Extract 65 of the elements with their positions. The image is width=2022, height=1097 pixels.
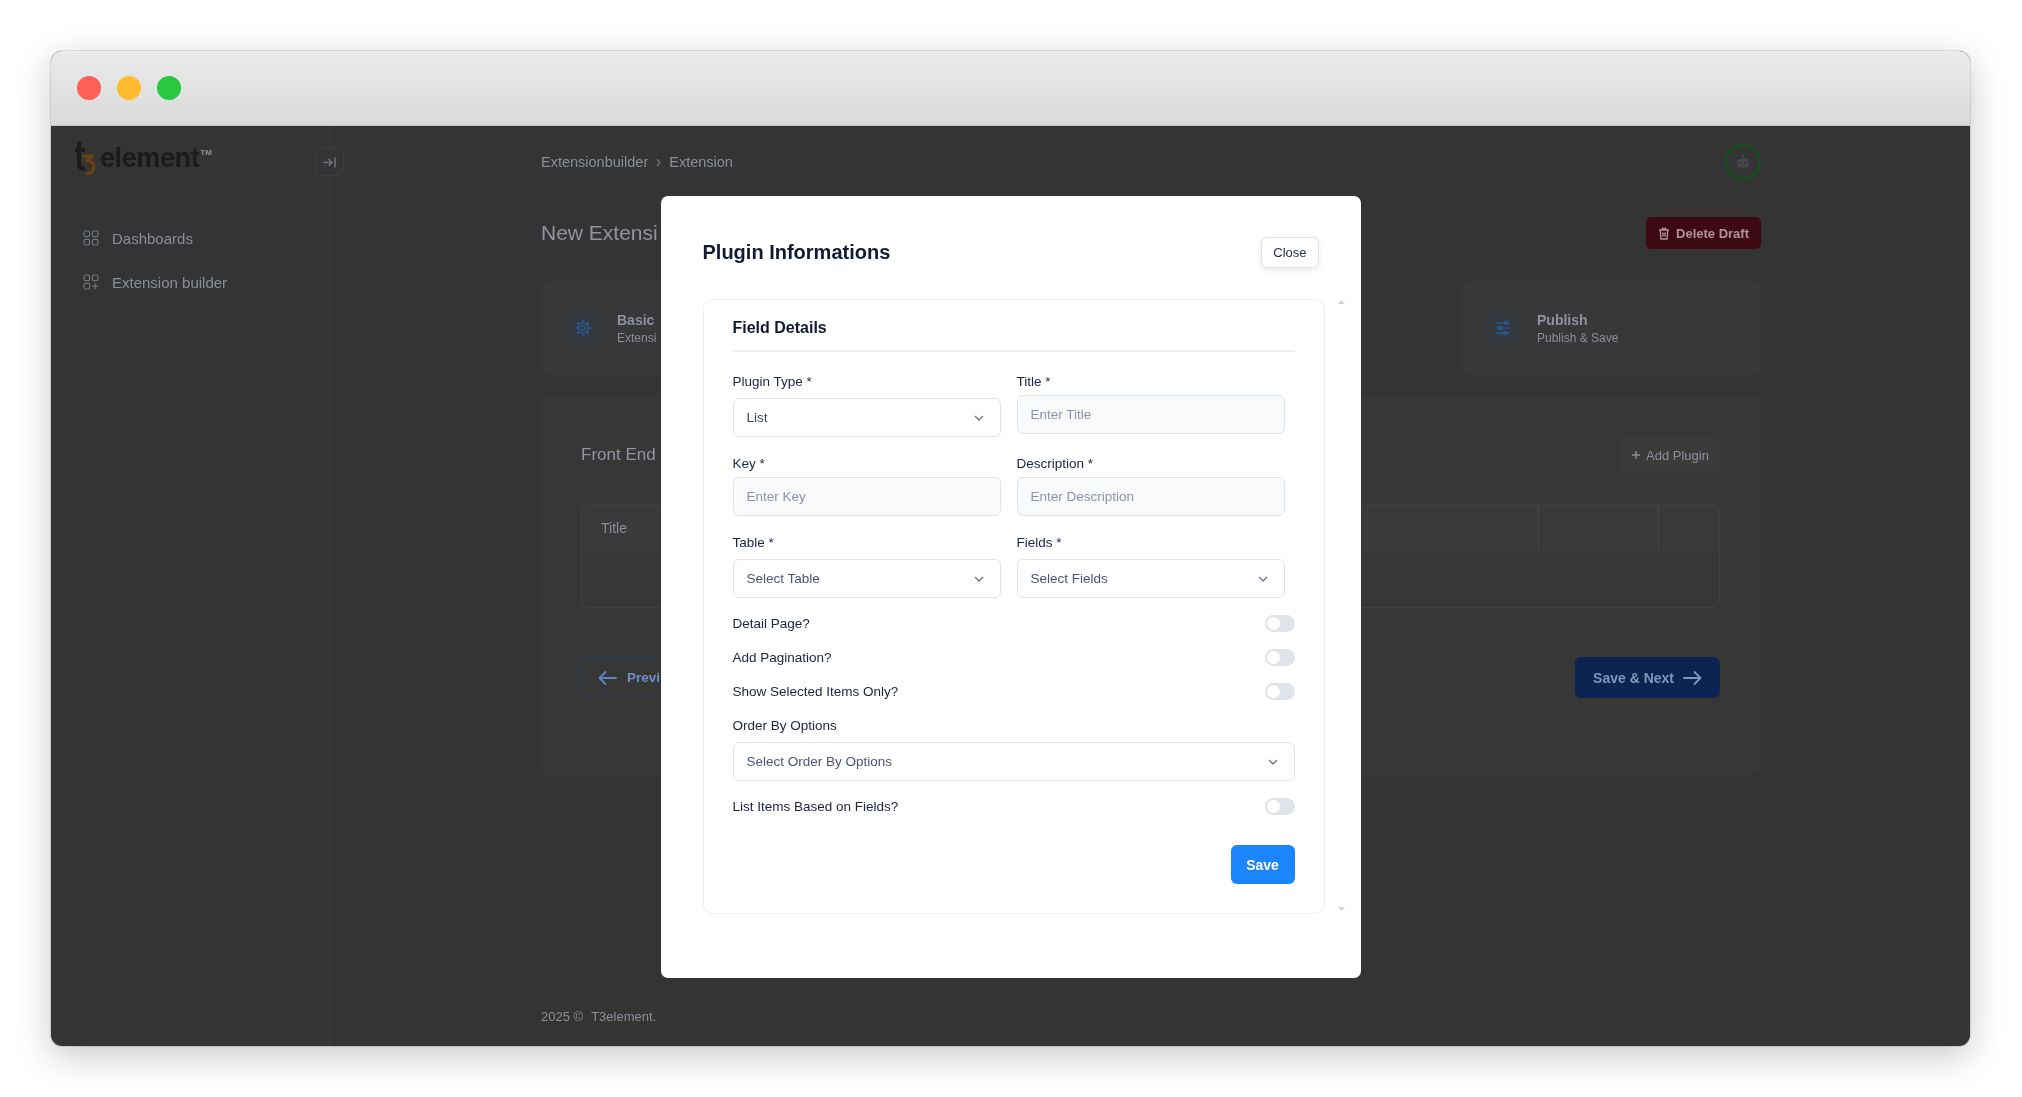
chevron-down-icon: [973, 575, 984, 582]
field-label: Title *: [1016, 373, 1052, 390]
sliders-icon: [1486, 311, 1520, 345]
toggle-switch[interactable]: [1264, 683, 1295, 700]
form-section-title: Field Details: [732, 318, 828, 338]
window-maximize-button[interactable]: [157, 76, 181, 100]
gear-icon: [566, 311, 600, 345]
delete-draft-button[interactable]: Delete Draft: [1646, 217, 1761, 249]
sidebar-nav-item[interactable]: Dashboards: [51, 221, 329, 255]
arrow-to-bar-icon: [323, 156, 336, 168]
field-label: Table *: [732, 534, 775, 551]
trash-icon: [1658, 226, 1671, 240]
step-title: Publish: [1537, 311, 1589, 328]
field-label: Order By Options: [732, 717, 838, 734]
column-header: Title: [600, 519, 627, 536]
field-label: Description *: [1016, 455, 1095, 472]
chevron-down-icon: [973, 414, 984, 421]
arrow-right-icon: [1683, 670, 1702, 685]
close-button[interactable]: Close: [1261, 237, 1319, 268]
step-subtitle: Publish & Save: [1537, 330, 1619, 345]
option-label: Detail Page?: [732, 615, 810, 632]
text-input-field[interactable]: Enter Key: [732, 477, 1001, 516]
toggle-switch[interactable]: [1264, 649, 1295, 666]
chevron-down-icon: [1257, 575, 1268, 582]
scroll-down-arrow-icon[interactable]: [1337, 907, 1345, 911]
option-label: Add Pagination?: [732, 649, 832, 666]
modal-title: Plugin Informations: [702, 241, 891, 264]
copyright-text: 2025 ©: [541, 1009, 584, 1024]
text-input-field[interactable]: Enter Title: [1016, 395, 1285, 434]
page-title: New Extensi: [541, 220, 658, 246]
dropdown-field[interactable]: Select Order By Options: [732, 742, 1295, 781]
save-and-next-button[interactable]: Save & Next: [1575, 657, 1720, 698]
step-subtitle: Extensi: [617, 330, 657, 345]
scroll-up-arrow-icon[interactable]: [1337, 300, 1345, 304]
text-input-field[interactable]: Enter Description: [1016, 477, 1285, 516]
trademark-label: TM: [200, 148, 212, 157]
chevron-right-icon: [656, 157, 662, 167]
grid-icon: [83, 230, 99, 246]
window-close-button[interactable]: [77, 76, 101, 100]
field-label: Fields *: [1016, 534, 1063, 551]
chevron-down-icon: [1267, 758, 1278, 765]
collapse-sidebar-button[interactable]: [315, 148, 344, 176]
step-title: Basic: [617, 311, 656, 328]
breadcrumb-current: Extension: [669, 154, 733, 170]
dropdown-field[interactable]: List: [732, 398, 1001, 437]
plus-icon: [1631, 450, 1642, 460]
footer-link[interactable]: T3element.: [591, 1009, 657, 1024]
window-minimize-button[interactable]: [117, 76, 141, 100]
robot-avatar-icon[interactable]: [1725, 144, 1761, 180]
dropdown-field[interactable]: Select Table: [732, 559, 1001, 598]
sidebar-nav-item[interactable]: Extension builder: [51, 265, 329, 299]
grid-plus-icon: [83, 274, 99, 290]
field-label: Key *: [732, 455, 766, 472]
toggle-switch[interactable]: [1264, 615, 1295, 632]
breadcrumb-link[interactable]: Extensionbuilder: [541, 154, 649, 170]
option-label: Show Selected Items Only?: [732, 683, 899, 700]
field-label: Plugin Type *: [732, 373, 813, 390]
option-label: List Items Based on Fields?: [732, 798, 899, 815]
section-title: Front End: [581, 445, 656, 465]
add-plugin-button[interactable]: Add Plugin: [1620, 438, 1720, 472]
toggle-switch[interactable]: [1264, 798, 1295, 815]
save-button[interactable]: Save: [1230, 845, 1295, 884]
arrow-left-icon: [598, 670, 617, 685]
dropdown-field[interactable]: Select Fields: [1016, 559, 1285, 598]
logo-mark-icon: [74, 141, 96, 175]
